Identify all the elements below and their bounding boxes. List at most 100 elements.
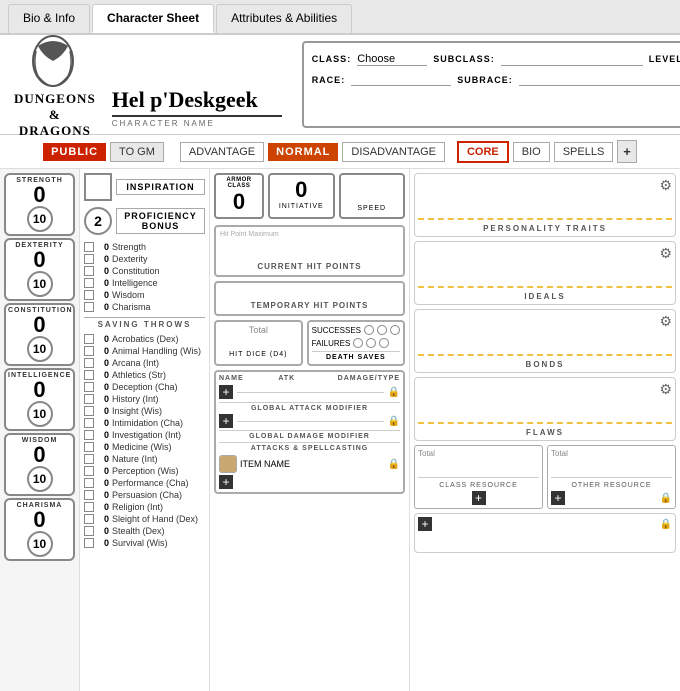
inspiration-checkbox[interactable] bbox=[84, 173, 112, 201]
combat-column: ARMOR CLASS 0 0 INITIATIVE SPEED Hit Poi… bbox=[210, 169, 410, 691]
class-label: CLASS: bbox=[312, 54, 352, 64]
skill-intimidation-check[interactable] bbox=[84, 418, 94, 428]
bonds-gear-icon[interactable]: ⚙ bbox=[659, 313, 672, 330]
global-attack-lock-icon[interactable]: 🔒 bbox=[388, 416, 400, 427]
skill-deception-check[interactable] bbox=[84, 382, 94, 392]
add-global-attack-button[interactable]: + bbox=[219, 414, 233, 428]
save-int-val: 0 bbox=[97, 278, 109, 288]
wisdom-value: 0 bbox=[8, 444, 71, 466]
save-dex-check[interactable] bbox=[84, 254, 94, 264]
save-int-check[interactable] bbox=[84, 278, 94, 288]
spells-button[interactable]: SPELLS bbox=[554, 142, 614, 162]
skill-medicine: 0 Medicine (Wis) bbox=[84, 441, 205, 453]
subclass-label: SUBCLASS: bbox=[433, 54, 495, 64]
save-strength-name: Strength bbox=[112, 242, 146, 252]
success-2[interactable] bbox=[377, 325, 387, 335]
item-name: ITEM NAME bbox=[240, 459, 385, 469]
saving-throws-list: 0 Strength 0 Dexterity 0 Constitution 0 … bbox=[84, 241, 205, 329]
skill-perception-check[interactable] bbox=[84, 466, 94, 476]
save-cha-check[interactable] bbox=[84, 302, 94, 312]
skill-athletics-check[interactable] bbox=[84, 370, 94, 380]
successes-row: SUCCESSES bbox=[312, 325, 400, 335]
toolbar: PUBLIC TO GM ADVANTAGE NORMAL DISADVANTA… bbox=[0, 135, 680, 169]
class-input[interactable] bbox=[357, 53, 427, 66]
extra-section-header: + 🔒 bbox=[418, 517, 672, 531]
race-label: RACE: bbox=[312, 75, 346, 85]
skill-persuasion-check[interactable] bbox=[84, 490, 94, 500]
save-con-check[interactable] bbox=[84, 266, 94, 276]
intelligence-box: INTELLIGENCE 0 10 bbox=[4, 368, 75, 431]
skill-intimidation-val: 0 bbox=[97, 418, 109, 428]
skill-acrobatics-check[interactable] bbox=[84, 334, 94, 344]
skill-stealth-check[interactable] bbox=[84, 526, 94, 536]
add-attack-button[interactable]: + bbox=[219, 385, 233, 399]
skill-acrobatics: 0 Acrobatics (Dex) bbox=[84, 333, 205, 345]
save-constitution: 0 Constitution bbox=[84, 265, 205, 277]
normal-button[interactable]: NORMAL bbox=[268, 143, 338, 161]
save-strength-check[interactable] bbox=[84, 242, 94, 252]
skill-nature-check[interactable] bbox=[84, 454, 94, 464]
ideals-section: ⚙ IDEALS bbox=[414, 241, 676, 305]
skill-medicine-check[interactable] bbox=[84, 442, 94, 452]
extra-lock-icon[interactable]: 🔒 bbox=[660, 519, 672, 530]
save-wis-check[interactable] bbox=[84, 290, 94, 300]
attack-lock-icon[interactable]: 🔒 bbox=[388, 387, 400, 398]
skill-survival-check[interactable] bbox=[84, 538, 94, 548]
failure-1[interactable] bbox=[353, 338, 363, 348]
ideals-gear-icon[interactable]: ⚙ bbox=[659, 245, 672, 262]
save-wisdom: 0 Wisdom bbox=[84, 289, 205, 301]
proficiency-label: PROFICIENCY BONUS bbox=[116, 208, 205, 234]
tab-bio-info[interactable]: Bio & Info bbox=[8, 4, 90, 33]
failure-3[interactable] bbox=[379, 338, 389, 348]
subclass-input[interactable] bbox=[501, 53, 643, 66]
add-class-resource-button[interactable]: + bbox=[472, 491, 486, 505]
other-total-label: Total bbox=[551, 449, 672, 458]
add-other-resource-button[interactable]: + bbox=[551, 491, 565, 505]
success-1[interactable] bbox=[364, 325, 374, 335]
skill-perception: 0 Perception (Wis) bbox=[84, 465, 205, 477]
skill-deception: 0 Deception (Cha) bbox=[84, 381, 205, 393]
spellcasting-label: ATTACKS & SPELLCASTING bbox=[219, 442, 400, 452]
skill-history-check[interactable] bbox=[84, 394, 94, 404]
other-resource-lock-icon[interactable]: 🔒 bbox=[660, 493, 672, 504]
failure-2[interactable] bbox=[366, 338, 376, 348]
skill-animal-check[interactable] bbox=[84, 346, 94, 356]
advantage-button[interactable]: ADVANTAGE bbox=[180, 142, 264, 162]
subrace-input[interactable] bbox=[519, 73, 680, 86]
skill-deception-val: 0 bbox=[97, 382, 109, 392]
success-3[interactable] bbox=[390, 325, 400, 335]
constitution-mod: 10 bbox=[27, 336, 53, 362]
add-item-button[interactable]: + bbox=[219, 475, 233, 489]
save-con-val: 0 bbox=[97, 266, 109, 276]
flaws-label: FLAWS bbox=[418, 428, 672, 437]
skill-sleight-of-hand: 0 Sleight of Hand (Dex) bbox=[84, 513, 205, 525]
public-button[interactable]: PUBLIC bbox=[43, 143, 106, 161]
tab-attributes[interactable]: Attributes & Abilities bbox=[216, 4, 352, 33]
skill-deception-name: Deception (Cha) bbox=[112, 382, 178, 392]
skill-religion-name: Religion (Int) bbox=[112, 502, 163, 512]
core-button[interactable]: CORE bbox=[457, 141, 509, 163]
bio-button[interactable]: BIO bbox=[513, 142, 550, 162]
tab-character-sheet[interactable]: Character Sheet bbox=[92, 4, 214, 33]
race-input[interactable] bbox=[351, 73, 451, 86]
to-gm-button[interactable]: TO GM bbox=[110, 142, 164, 162]
skill-arcana-check[interactable] bbox=[84, 358, 94, 368]
damage-col-header: DAMAGE/TYPE bbox=[338, 375, 400, 382]
skill-arcana-val: 0 bbox=[97, 358, 109, 368]
disadvantage-button[interactable]: DISADVANTAGE bbox=[342, 142, 445, 162]
hit-dice-label: HIT DICE (D4) bbox=[219, 351, 298, 358]
header: DUNGEONS & DRAGONS Hel p'Deskgeek CHARAC… bbox=[0, 35, 680, 135]
wisdom-mod: 10 bbox=[27, 466, 53, 492]
skill-investigation-check[interactable] bbox=[84, 430, 94, 440]
personality-gear-icon[interactable]: ⚙ bbox=[659, 177, 672, 194]
item-lock-icon[interactable]: 🔒 bbox=[388, 459, 400, 470]
skill-insight-check[interactable] bbox=[84, 406, 94, 416]
skill-animal-name: Animal Handling (Wis) bbox=[112, 346, 201, 356]
skill-religion-check[interactable] bbox=[84, 502, 94, 512]
attacks-header: NAME ATK DAMAGE/TYPE bbox=[219, 375, 400, 382]
skill-performance-check[interactable] bbox=[84, 478, 94, 488]
skill-sleight-check[interactable] bbox=[84, 514, 94, 524]
flaws-gear-icon[interactable]: ⚙ bbox=[659, 381, 672, 398]
add-extra-button[interactable]: + bbox=[418, 517, 432, 531]
add-section-button[interactable]: + bbox=[617, 140, 637, 163]
